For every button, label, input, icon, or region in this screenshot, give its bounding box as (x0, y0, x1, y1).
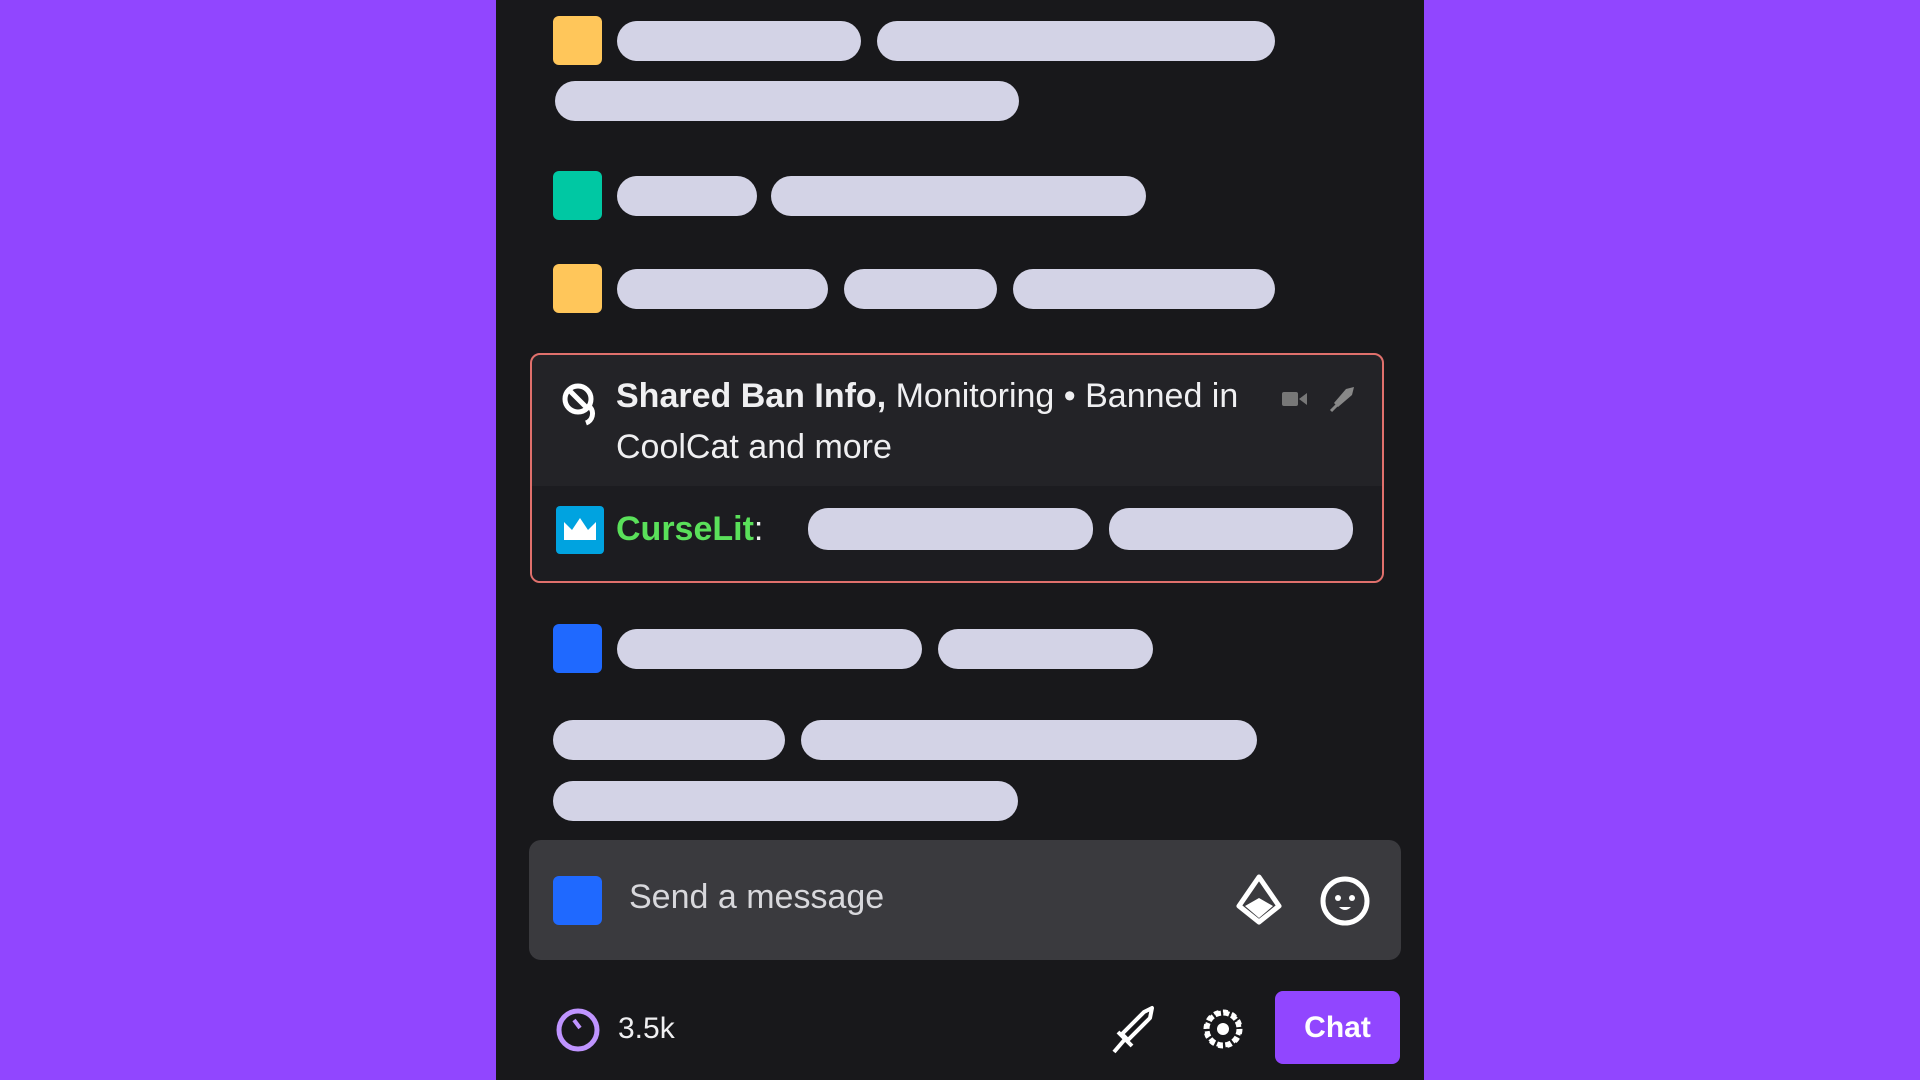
user-badge (553, 171, 602, 220)
message-placeholder (553, 720, 785, 760)
message-placeholder (1109, 508, 1353, 550)
shared-ban-icon (562, 383, 595, 426)
message-placeholder (617, 21, 861, 61)
channel-points-icon[interactable] (554, 1006, 602, 1054)
message-placeholder (555, 81, 1019, 121)
message-placeholder (844, 269, 997, 309)
smiley-icon[interactable] (1319, 875, 1371, 927)
message-placeholder (553, 781, 1018, 821)
message-placeholder (617, 269, 828, 309)
ban-channels: CoolCat and more (616, 428, 892, 466)
message-placeholder (877, 21, 1275, 61)
message-placeholder (801, 720, 1257, 760)
message-placeholder (938, 629, 1153, 669)
shared-ban-card[interactable]: Shared Ban Info, Monitoring • Banned in … (530, 353, 1384, 583)
crown-icon (556, 506, 604, 554)
user-badge (553, 624, 602, 673)
bits-diamond-icon[interactable] (1235, 874, 1283, 926)
points-count[interactable]: 3.5k (618, 1012, 675, 1046)
message-placeholder (1013, 269, 1275, 309)
user-badge (553, 876, 602, 925)
message-placeholder-text: Send a message (629, 878, 885, 916)
message-placeholder (808, 508, 1093, 550)
user-badge (553, 264, 602, 313)
sword-icon[interactable] (1328, 385, 1356, 413)
user-badge (553, 16, 602, 65)
ban-title: Shared Ban Info, (616, 377, 887, 415)
username[interactable]: CurseLit (616, 510, 754, 548)
sword-icon[interactable] (1108, 1004, 1158, 1056)
message-placeholder (617, 176, 757, 216)
chat-send-button[interactable]: Chat (1275, 991, 1400, 1064)
ban-status: Monitoring • Banned in (895, 377, 1239, 415)
message-placeholder (617, 629, 922, 669)
separator: : (753, 510, 764, 548)
chat-input[interactable]: Send a message (529, 840, 1401, 960)
message-placeholder (771, 176, 1146, 216)
video-icon[interactable] (1282, 389, 1308, 409)
gear-icon[interactable] (1196, 1002, 1250, 1056)
